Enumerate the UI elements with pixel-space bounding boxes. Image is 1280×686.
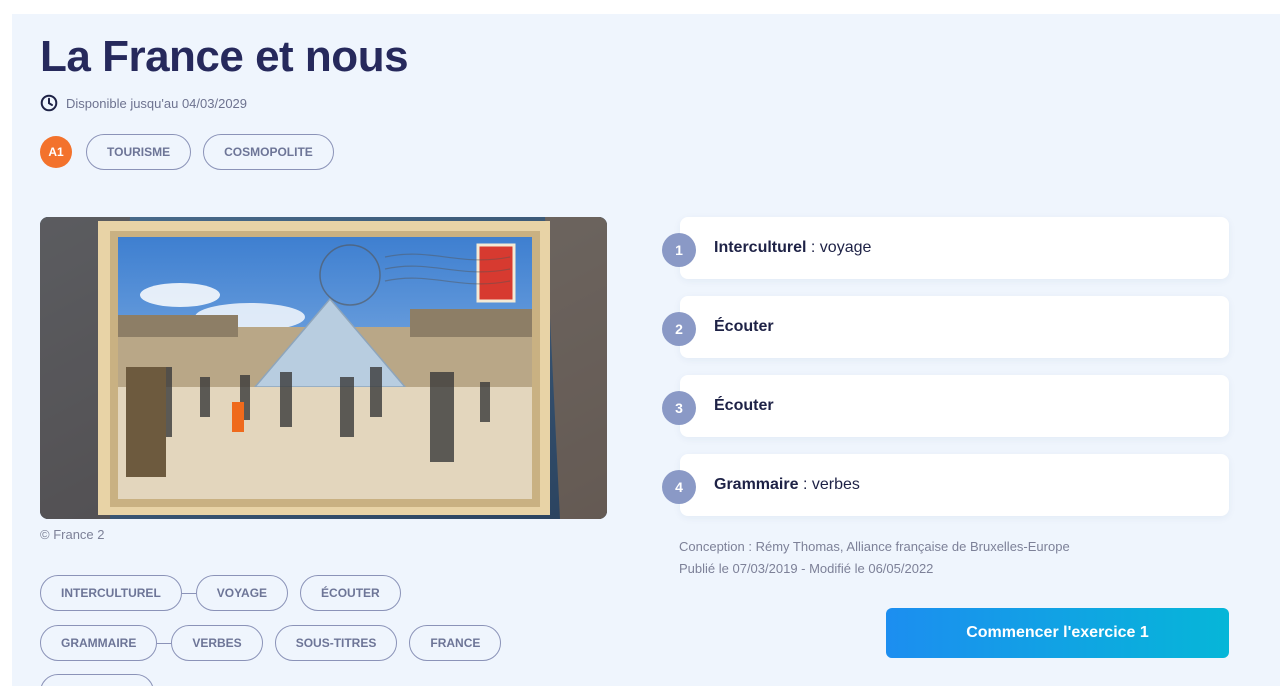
exercise-step[interactable]: 4 Grammaire : verbes <box>662 454 1229 516</box>
step-card[interactable]: Interculturel : voyage <box>680 217 1229 279</box>
tag-connector <box>181 592 196 594</box>
level-badge: A1 <box>40 136 72 168</box>
conception-text: Conception : Rémy Thomas, Alliance franç… <box>679 539 1070 554</box>
step-card[interactable]: Grammaire : verbes <box>680 454 1229 516</box>
tag-row: GRAMMAIRE VERBES SOUS-TITRES FRANCE <box>40 625 502 661</box>
tag-row <box>40 674 154 686</box>
step-number: 2 <box>662 312 696 346</box>
step-title: Écouter <box>714 397 774 414</box>
step-number: 4 <box>662 470 696 504</box>
exercise-steps: 1 Interculturel : voyage 2 Écouter 3 Éco… <box>662 217 1229 533</box>
tag-sous-titres[interactable]: SOUS-TITRES <box>274 625 398 661</box>
tag-interculturel[interactable]: INTERCULTUREL <box>40 575 182 611</box>
tag-partial[interactable] <box>40 674 154 686</box>
step-label: Interculturel : voyage <box>714 239 871 257</box>
postcard-illustration <box>40 217 607 519</box>
availability-text: Disponible jusqu'au 04/03/2029 <box>66 95 248 111</box>
step-label: Écouter <box>714 318 774 336</box>
tag-connector <box>157 642 172 644</box>
step-title: Interculturel <box>714 239 807 256</box>
tag-grammaire[interactable]: GRAMMAIRE <box>40 625 158 661</box>
tag-ecouter[interactable]: ÉCOUTER <box>300 575 401 611</box>
tag-tourisme[interactable]: TOURISME <box>86 134 192 170</box>
availability-info: Disponible jusqu'au 04/03/2029 <box>40 94 247 112</box>
page-container: La France et nous Disponible jusqu'au 04… <box>12 14 1280 686</box>
image-credit: © France 2 <box>40 527 105 542</box>
step-label: Grammaire : verbes <box>714 476 860 494</box>
start-exercise-button[interactable]: Commencer l'exercice 1 <box>886 608 1229 658</box>
top-tags: A1 TOURISME COSMOPOLITE <box>40 134 346 170</box>
step-label: Écouter <box>714 397 774 415</box>
step-detail: : verbes <box>798 476 860 493</box>
tag-cosmopolite[interactable]: COSMOPOLITE <box>203 134 334 170</box>
exercise-step[interactable]: 1 Interculturel : voyage <box>662 217 1229 279</box>
tag-voyage[interactable]: VOYAGE <box>195 575 289 611</box>
publication-dates: Publié le 07/03/2019 - Modifié le 06/05/… <box>679 561 934 576</box>
step-number: 1 <box>662 233 696 267</box>
page-title: La France et nous <box>40 32 409 81</box>
step-title: Grammaire <box>714 476 799 493</box>
clock-icon <box>40 94 58 112</box>
step-card[interactable]: Écouter <box>680 375 1229 437</box>
tag-verbes[interactable]: VERBES <box>171 625 263 661</box>
credits-info: Conception : Rémy Thomas, Alliance franç… <box>679 536 1070 580</box>
tag-france[interactable]: FRANCE <box>409 625 502 661</box>
exercise-step[interactable]: 3 Écouter <box>662 375 1229 437</box>
louvre-postcard-image[interactable] <box>40 217 607 519</box>
tag-row: INTERCULTUREL VOYAGE ÉCOUTER <box>40 575 401 611</box>
step-title: Écouter <box>714 318 774 335</box>
step-detail: : voyage <box>806 239 872 256</box>
exercise-step[interactable]: 2 Écouter <box>662 296 1229 358</box>
step-card[interactable]: Écouter <box>680 296 1229 358</box>
step-number: 3 <box>662 391 696 425</box>
